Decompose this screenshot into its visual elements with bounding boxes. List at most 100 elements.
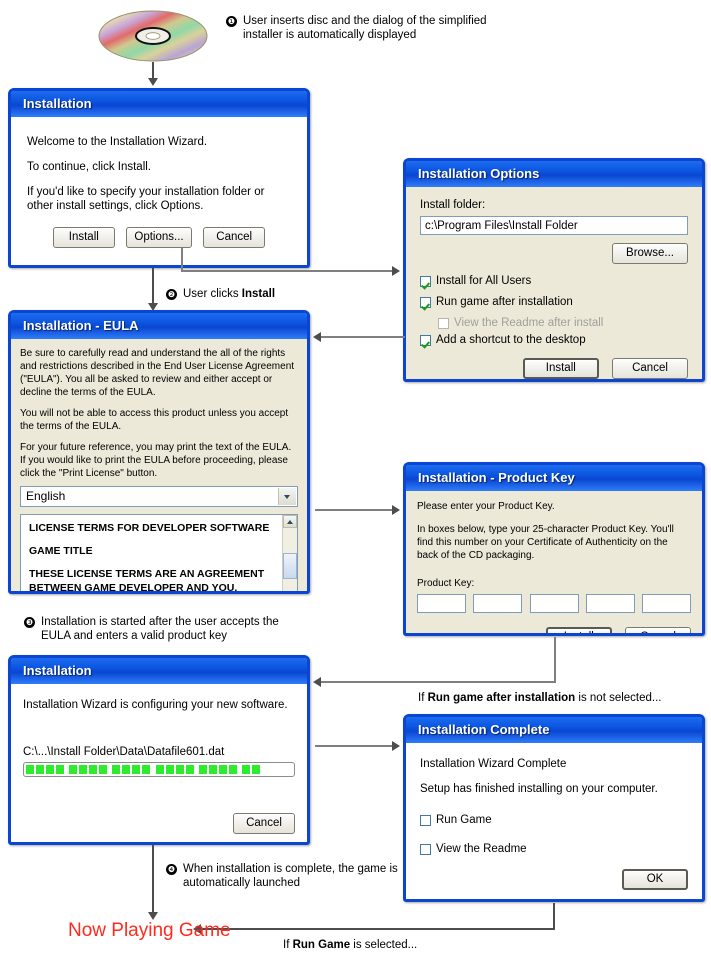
dialog-installation-product-key[interactable]: Installation - Product Key Please enter … [403, 462, 705, 636]
connector-options-h [181, 270, 393, 272]
chevron-down-icon[interactable] [278, 488, 296, 505]
cancel-button[interactable]: Cancel [203, 227, 266, 248]
progress-current-file: C:\...\Install Folder\Data\Datafile601.d… [23, 746, 225, 758]
checkbox-row-run-game[interactable]: Run Game [420, 814, 688, 826]
checkbox-row-add-shortcut-desktop[interactable]: Add a shortcut to the desktop [420, 334, 688, 346]
step-number-2: ❷ [166, 289, 177, 300]
checkbox-view-readme[interactable] [420, 843, 431, 855]
connector-progress-to-nowplaying [152, 845, 154, 917]
product-key-segment-4[interactable] [585, 594, 635, 613]
step-number-4: ❹ [166, 864, 177, 875]
now-playing-game-label: Now Playing Game [68, 920, 231, 941]
step-text-4: When installation is complete, the game … [183, 863, 398, 889]
titlebar-installation-progress: Installation [11, 658, 307, 684]
eula-paragraph-2: You will not be able to access this prod… [20, 408, 289, 432]
arrowhead-options-to-options-dialog [392, 266, 400, 276]
language-select-value: English [26, 489, 66, 503]
step-note-3: ❸ Installation is started after the user… [24, 615, 304, 643]
dialog-body-installation-complete: Installation Wizard Complete Setup has f… [406, 743, 702, 899]
arrowhead-cd-to-installation [148, 78, 158, 86]
dialog-installation-options[interactable]: Installation Options Install folder: Bro… [403, 158, 705, 382]
titlebar-installation-welcome: Installation [11, 91, 307, 117]
productkey-install-button[interactable]: Install [545, 627, 612, 633]
checkbox-row-run-game-after-install[interactable]: Run game after installation [420, 296, 688, 308]
arrowhead-progress-to-nowplaying [148, 912, 158, 920]
checkbox-row-install-all-users[interactable]: Install for All Users [420, 275, 688, 287]
install-button[interactable]: Install [52, 227, 115, 248]
caption-run-selected-prefix: If [283, 939, 293, 951]
titlebar-installation-options: Installation Options [406, 161, 702, 187]
checkbox-run-game-after-install[interactable] [420, 296, 431, 308]
scroll-up-icon[interactable] [283, 515, 297, 528]
install-folder-label: Install folder: [420, 199, 486, 211]
complete-line-1: Installation Wizard Complete [420, 758, 567, 770]
caption-run-selected-bold: Run Game [292, 939, 351, 951]
scrollbar-thumb[interactable] [283, 553, 297, 579]
step-note-2: ❷ User clicks Install [166, 287, 406, 301]
checkbox-install-all-users[interactable] [420, 275, 431, 287]
caption-run-selected-suffix: is selected... [350, 939, 418, 951]
complete-ok-button[interactable]: OK [622, 869, 688, 890]
checkbox-run-game[interactable] [420, 814, 431, 826]
caption-run-not-selected-bold: Run game after installation [427, 692, 576, 704]
license-text: LICENSE TERMS FOR DEVELOPER SOFTWARE GAM… [21, 515, 297, 591]
connector-progress-to-complete [315, 745, 395, 747]
step-number-1: ❶ [226, 16, 237, 27]
titlebar-installation-eula: Installation - EULA [11, 313, 307, 339]
eula-paragraph-3: For your future reference, you may print… [20, 442, 292, 479]
dialog-installation-complete[interactable]: Installation Complete Installation Wizar… [403, 714, 705, 902]
checkbox-label-run-game: Run Game [436, 814, 492, 826]
arrowhead-progress-to-complete [392, 741, 400, 751]
product-key-segment-1[interactable] [417, 594, 466, 613]
connector-productkey-down [554, 637, 556, 683]
browse-button[interactable]: Browse... [612, 243, 688, 264]
progress-status-text: Installation Wizard is configuring your … [23, 699, 288, 711]
productkey-paragraph-2: In boxes below, type your 25-character P… [417, 524, 674, 561]
checkbox-row-view-readme-after-install: View the Readme after install [438, 317, 688, 329]
dialog-installation-welcome[interactable]: Installation Welcome to the Installation… [8, 88, 310, 268]
productkey-cancel-button[interactable]: Cancel [625, 627, 691, 633]
productkey-paragraph-1: Please enter your Product Key. [417, 501, 555, 512]
connector-complete-down [553, 903, 555, 930]
arrowhead-eula-to-productkey [392, 505, 400, 515]
product-key-segment-2[interactable] [473, 594, 523, 613]
checkbox-label-run-game-after-install: Run game after installation [436, 296, 573, 308]
checkbox-add-shortcut-desktop[interactable] [420, 334, 431, 346]
connector-complete-to-nowplaying [200, 928, 555, 930]
welcome-line-1: Welcome to the Installation Wizard. [27, 136, 208, 148]
step-text-3: Installation is started after the user a… [41, 616, 279, 642]
install-folder-input[interactable] [420, 216, 688, 235]
connector-eula-to-productkey [315, 509, 395, 511]
options-button[interactable]: Options... [126, 227, 192, 248]
dialog-installation-progress[interactable]: Installation Installation Wizard is conf… [8, 655, 310, 845]
caption-run-not-selected-suffix: is not selected... [575, 692, 662, 704]
product-key-label: Product Key: [417, 578, 475, 589]
language-select[interactable]: English [20, 486, 298, 507]
license-scrollbar[interactable] [282, 515, 297, 591]
checkbox-label-install-all-users: Install for All Users [436, 275, 532, 287]
compact-disc-icon [98, 10, 208, 62]
caption-run-not-selected: If Run game after installation is not se… [418, 691, 708, 705]
step-note-1: ❶ User inserts disc and the dialog of th… [226, 14, 526, 42]
arrowhead-productkey-to-progress [313, 677, 321, 687]
caption-run-not-selected-prefix: If [418, 692, 428, 704]
titlebar-installation-complete: Installation Complete [406, 717, 702, 743]
connector-productkey-to-progress [320, 681, 556, 683]
connector-options-to-eula-h2 [320, 336, 395, 338]
step-note-4: ❹ When installation is complete, the gam… [166, 862, 416, 890]
step-number-3: ❸ [24, 617, 35, 628]
options-install-button[interactable]: Install [522, 358, 599, 379]
progress-bar [23, 762, 295, 777]
dialog-body-installation-progress: Installation Wizard is configuring your … [11, 684, 307, 842]
step-text-2-bold: Install [241, 288, 276, 300]
checkbox-label-add-shortcut-desktop: Add a shortcut to the desktop [436, 334, 586, 346]
options-cancel-button[interactable]: Cancel [612, 358, 688, 379]
checkbox-row-view-readme[interactable]: View the Readme [420, 843, 688, 855]
product-key-segment-3[interactable] [529, 594, 579, 613]
checkbox-view-readme-after-install [438, 317, 449, 329]
license-textbox[interactable]: LICENSE TERMS FOR DEVELOPER SOFTWARE GAM… [20, 514, 298, 591]
product-key-segment-5[interactable] [642, 594, 691, 613]
progress-cancel-button[interactable]: Cancel [233, 813, 295, 834]
dialog-installation-eula[interactable]: Installation - EULA Be sure to carefully… [8, 310, 310, 594]
license-line-1: LICENSE TERMS FOR DEVELOPER SOFTWARE [29, 522, 270, 534]
